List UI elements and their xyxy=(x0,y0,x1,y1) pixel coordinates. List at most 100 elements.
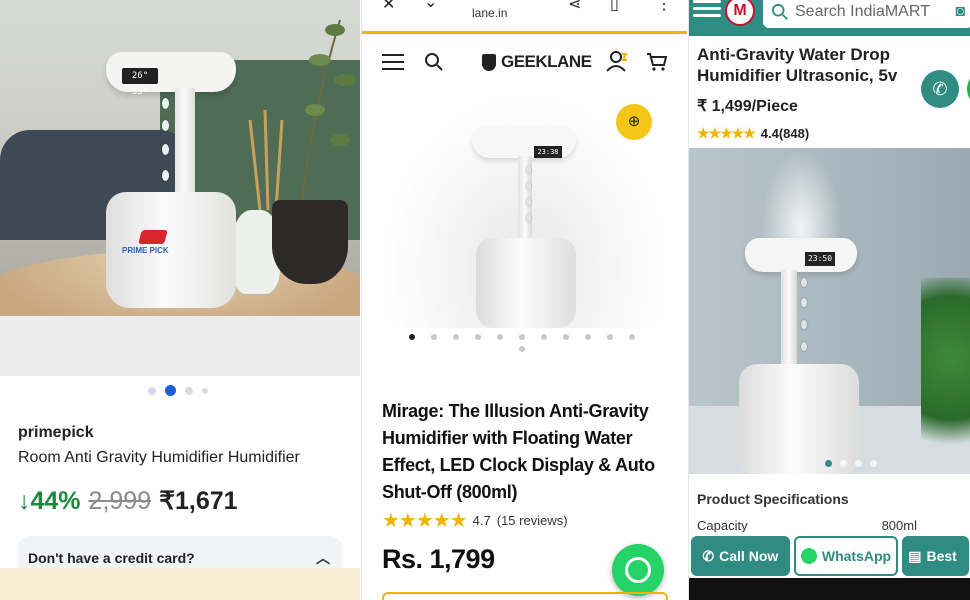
whatsapp-icon xyxy=(625,557,651,583)
price: ₹ 1,499/Piece xyxy=(697,98,798,115)
carousel-dot[interactable] xyxy=(840,460,847,467)
led-clock: 23:50 xyxy=(805,252,835,266)
mist xyxy=(761,148,841,248)
carousel-dots[interactable] xyxy=(148,385,208,396)
carousel-dot[interactable] xyxy=(431,334,437,340)
carousel-dot[interactable] xyxy=(185,386,193,395)
carousel-dot[interactable] xyxy=(202,387,208,394)
carousel-dot[interactable] xyxy=(519,346,525,352)
top-bar: M Search IndiaMART ◙ xyxy=(689,0,970,36)
humidifier-top xyxy=(745,238,857,272)
water-drop xyxy=(526,198,531,206)
carousel-dot-active[interactable] xyxy=(825,460,832,467)
rating-value: 4.7 xyxy=(472,513,491,528)
chevron-up-icon[interactable]: ︿ xyxy=(316,548,330,568)
whatsapp-button[interactable] xyxy=(612,544,664,596)
close-icon[interactable]: ✕ xyxy=(382,0,395,14)
indiamart-product-panel: M Search IndiaMART ◙ Anti-Gravity Water … xyxy=(688,0,970,600)
humidifier-base xyxy=(739,364,859,474)
variant-box[interactable] xyxy=(382,592,668,600)
review-count[interactable]: (15 reviews) xyxy=(497,513,568,528)
phone-icon: ✆ xyxy=(702,547,715,564)
camera-icon[interactable]: ◙ xyxy=(955,3,965,21)
vase xyxy=(272,200,348,284)
zoom-icon[interactable]: ⊕ xyxy=(616,104,652,140)
water-drop xyxy=(162,98,169,109)
chevron-down-icon[interactable]: ⌄ xyxy=(424,0,437,12)
carousel-dot[interactable] xyxy=(453,334,459,340)
geeklane-product-panel: ✕ ⌄ lane.in ⋖ ▯ ⋮ GEEKLANE ⊕ 23:38 Mirag… xyxy=(361,0,687,600)
plant-decoration xyxy=(921,278,970,474)
water-drop xyxy=(526,214,531,222)
water-drop xyxy=(801,342,807,351)
site-header: GEEKLANE xyxy=(362,34,687,90)
led-clock: 23:38 xyxy=(534,146,562,158)
call-now-button[interactable]: ✆ Call Now xyxy=(691,536,790,576)
menu-icon[interactable] xyxy=(693,0,721,20)
system-nav-bar xyxy=(689,578,970,600)
price: Rs. 1,799 xyxy=(382,544,495,574)
best-label: Best xyxy=(926,548,957,564)
carousel-dot[interactable] xyxy=(519,334,525,340)
rating-row[interactable]: ★★★★★ 4.4(848) xyxy=(697,125,809,142)
rating-row[interactable]: ★★★★★ 4.7 (15 reviews) xyxy=(382,508,568,533)
water-drop xyxy=(801,278,807,287)
carousel-dot[interactable] xyxy=(148,386,156,395)
product-image-1[interactable]: 26° 55° PRIME PICK xyxy=(0,0,360,316)
carousel-dot[interactable] xyxy=(629,334,635,340)
water-drop xyxy=(526,166,531,174)
flipkart-product-panel: 26° 55° PRIME PICK primepick Room Anti G… xyxy=(0,0,360,600)
product-title: Mirage: The Illusion Anti-Gravity Humidi… xyxy=(382,401,655,502)
site-logo[interactable]: M xyxy=(725,0,755,26)
carousel-dot[interactable] xyxy=(855,460,862,467)
whatsapp-button[interactable]: WhatsApp xyxy=(793,536,899,576)
humidifier-base xyxy=(476,238,576,328)
search-icon[interactable] xyxy=(424,52,444,72)
action-bar: ✆ Call Now WhatsApp ▤ Best xyxy=(689,534,970,578)
more-icon[interactable]: ⋮ xyxy=(656,0,672,14)
carousel-dot-active[interactable] xyxy=(409,334,415,340)
spec-row: Capacity 800ml xyxy=(697,518,967,532)
whatsapp-label: WhatsApp xyxy=(821,548,892,564)
rating-value: 4.4(848) xyxy=(760,126,810,141)
star-rating-icon: ★★★★★ xyxy=(697,125,756,141)
search-placeholder: Search IndiaMART xyxy=(795,3,930,20)
product-title: Anti-Gravity Water Drop Humidifier Ultra… xyxy=(697,45,898,85)
seller-name[interactable]: primepick xyxy=(18,424,94,442)
discount-percent: ↓44% xyxy=(18,487,81,515)
cart-icon[interactable] xyxy=(646,52,668,72)
carousel-dot[interactable] xyxy=(541,334,547,340)
star-rating-icon: ★★★★★ xyxy=(382,510,468,532)
water-drop xyxy=(801,298,807,307)
best-price-button[interactable]: ▤ Best xyxy=(902,536,969,576)
carousel-dot[interactable] xyxy=(563,334,569,340)
search-input[interactable]: Search IndiaMART ◙ xyxy=(763,0,970,28)
account-icon[interactable] xyxy=(606,50,628,72)
phone-icon[interactable]: ✆ xyxy=(921,70,959,108)
share-icon[interactable]: ⋖ xyxy=(568,0,581,14)
whatsapp-icon xyxy=(800,548,817,564)
call-now-label: Call Now xyxy=(719,548,779,564)
carousel-dots[interactable] xyxy=(402,334,642,352)
water-drop xyxy=(801,320,807,329)
carousel-dot[interactable] xyxy=(475,334,481,340)
carousel-dot[interactable] xyxy=(607,334,613,340)
brand-logo: PRIME PICK xyxy=(122,230,182,255)
chat-icon: ▤ xyxy=(908,547,922,564)
browser-toolbar: ✕ ⌄ lane.in ⋖ ▯ ⋮ xyxy=(362,0,687,32)
bookmark-icon[interactable]: ▯ xyxy=(610,0,619,14)
carousel-dot[interactable] xyxy=(497,334,503,340)
selling-price: ₹1,671 xyxy=(159,487,238,515)
price-row: ↓44% 2,999 ₹1,671 xyxy=(18,486,238,516)
carousel-dot-active[interactable] xyxy=(165,385,176,396)
carousel-dot[interactable] xyxy=(585,334,591,340)
url-text[interactable]: lane.in xyxy=(472,6,507,20)
product-title: Room Anti Gravity Humidifier Humidifier xyxy=(18,449,300,466)
carousel-dots[interactable] xyxy=(825,460,877,467)
led-clock: 26° 55° xyxy=(122,68,158,97)
menu-icon[interactable] xyxy=(382,54,404,70)
product-image-3[interactable]: 23:50 xyxy=(689,148,970,474)
site-logo[interactable]: GEEKLANE xyxy=(482,52,592,72)
carousel-dot[interactable] xyxy=(870,460,877,467)
spec-label: Capacity xyxy=(697,518,748,532)
